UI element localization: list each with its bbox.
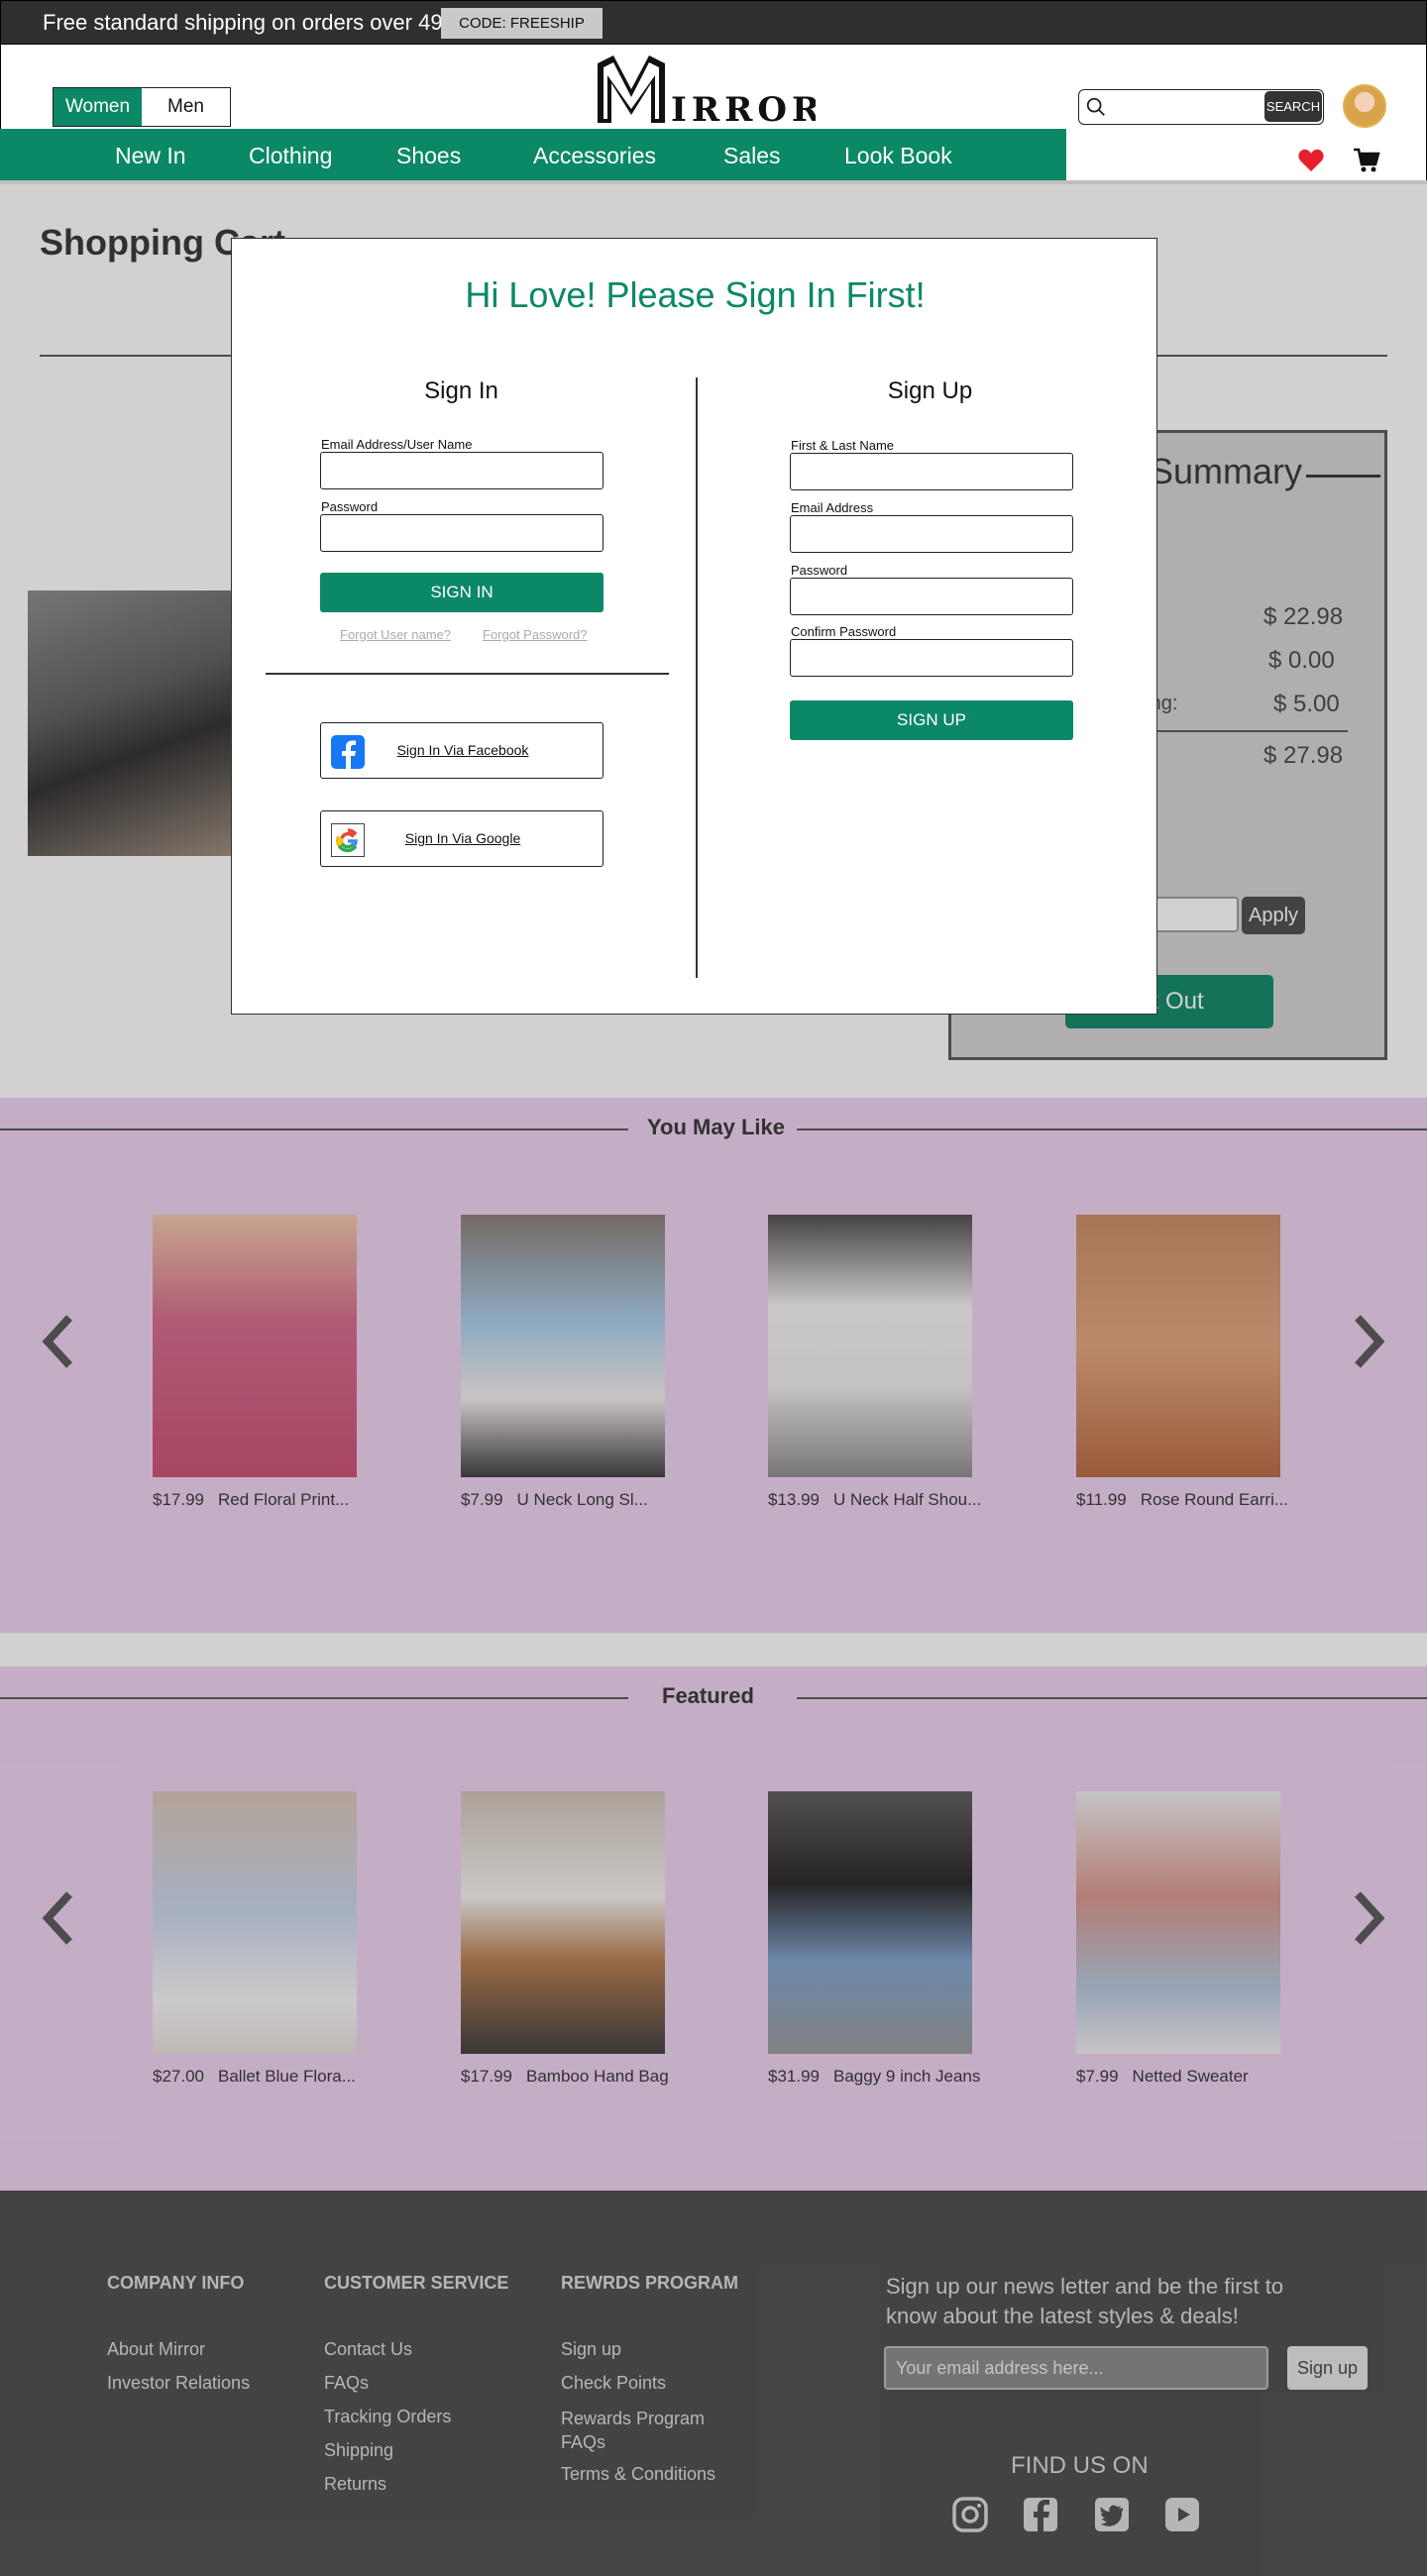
- main-nav: New In Clothing Shoes Accessories Sales …: [0, 129, 1066, 180]
- search-button[interactable]: SEARCH: [1264, 91, 1322, 122]
- heart-icon[interactable]: [1298, 149, 1324, 172]
- signup-email-field[interactable]: [790, 515, 1073, 553]
- sign-in-modal: Hi Love! Please Sign In First! Sign In E…: [231, 238, 1157, 1015]
- signin-email-field[interactable]: [320, 452, 604, 489]
- email-label: Email Address/User Name: [321, 437, 473, 452]
- signup-password-label: Password: [791, 563, 848, 578]
- sign-in-button[interactable]: SIGN IN: [320, 573, 604, 612]
- nav-new-in[interactable]: New In: [115, 143, 186, 169]
- google-sign-in-button[interactable]: Sign In Via Google: [320, 810, 604, 867]
- tab-men[interactable]: Men: [142, 88, 230, 126]
- signup-name-field[interactable]: [790, 453, 1073, 490]
- svg-text:IRROR: IRROR: [671, 90, 816, 129]
- nav-clothing[interactable]: Clothing: [249, 143, 332, 169]
- modal-column-divider: [696, 377, 698, 978]
- site-header: Women Men IRROR SEARCH: [0, 45, 1427, 129]
- user-avatar[interactable]: [1343, 84, 1386, 128]
- cart-icon[interactable]: [1353, 147, 1380, 174]
- signup-password-field[interactable]: [790, 578, 1073, 615]
- sign-up-heading: Sign Up: [887, 377, 973, 404]
- nav-sales[interactable]: Sales: [723, 143, 781, 169]
- nav-look-book[interactable]: Look Book: [844, 143, 952, 169]
- search-box[interactable]: SEARCH: [1078, 89, 1324, 125]
- facebook-sign-in-label: Sign In Via Facebook: [396, 742, 529, 758]
- password-label: Password: [321, 499, 379, 514]
- name-label: First & Last Name: [791, 438, 895, 453]
- facebook-sign-in-button[interactable]: Sign In Via Facebook: [320, 722, 604, 779]
- promo-code-badge[interactable]: CODE: FREESHIP: [441, 8, 603, 39]
- google-sign-in-label: Sign In Via Google: [404, 830, 521, 846]
- forgot-password-link[interactable]: Forgot Password?: [483, 627, 588, 642]
- tab-women[interactable]: Women: [54, 88, 142, 126]
- nav-accessories[interactable]: Accessories: [533, 143, 656, 169]
- signin-divider: [266, 673, 669, 675]
- mirror-logo[interactable]: IRROR: [592, 50, 816, 129]
- forgot-username-link[interactable]: Forgot User name?: [340, 627, 451, 642]
- nav-shoes[interactable]: Shoes: [396, 143, 461, 169]
- signup-email-label: Email Address: [791, 500, 874, 515]
- promo-message: Free standard shipping on orders over 49…: [43, 10, 455, 35]
- signin-password-field[interactable]: [320, 514, 604, 552]
- confirm-password-label: Confirm Password: [791, 624, 897, 639]
- signup-confirm-password-field[interactable]: [790, 639, 1073, 677]
- gender-toggle: Women Men: [53, 87, 231, 127]
- sign-in-heading: Sign In: [424, 377, 498, 404]
- modal-title: Hi Love! Please Sign In First!: [465, 274, 926, 315]
- search-icon: [1086, 97, 1105, 116]
- promo-bar: Free standard shipping on orders over 49…: [0, 0, 1427, 45]
- sign-up-button[interactable]: SIGN UP: [790, 700, 1073, 740]
